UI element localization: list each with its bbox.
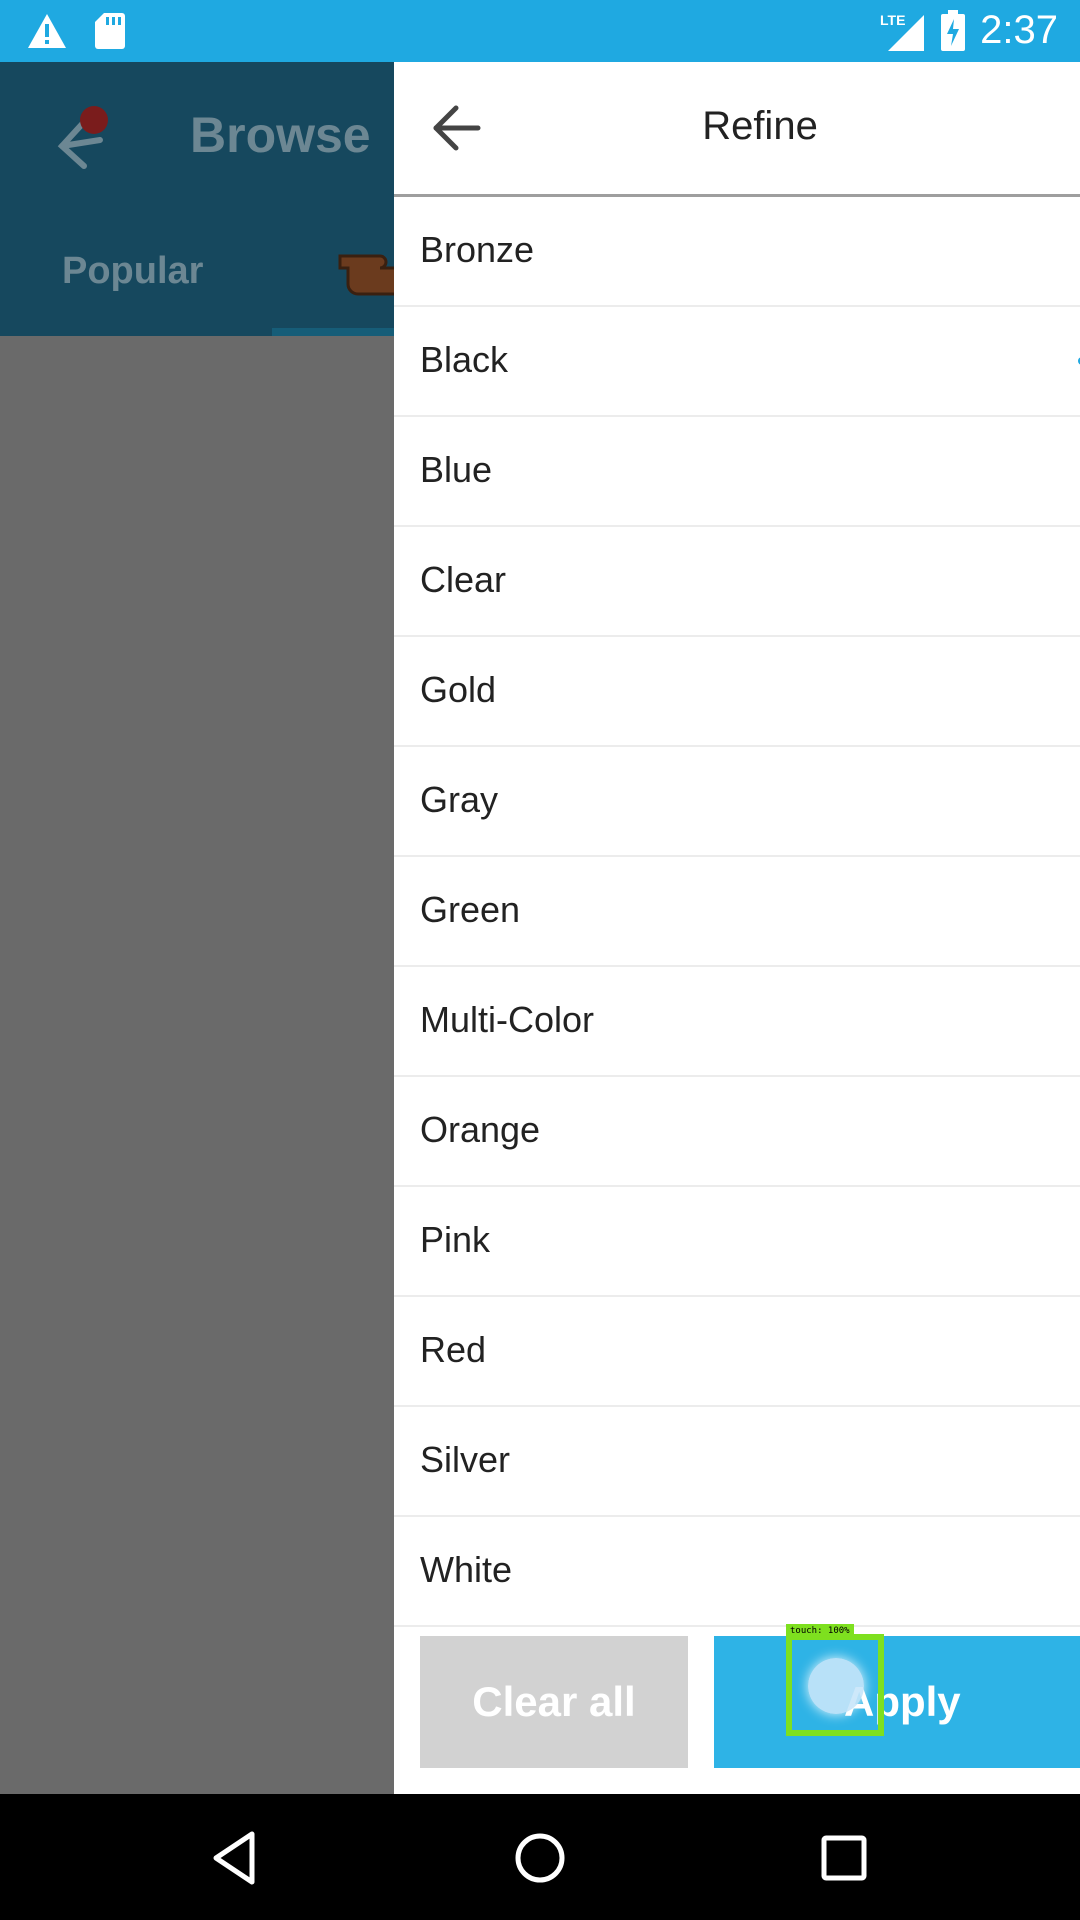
status-time: 2:37 <box>980 8 1058 52</box>
color-option-red[interactable]: Red <box>394 1297 1080 1407</box>
status-bar: LTE 2:37 <box>0 0 1080 62</box>
warning-icon <box>28 14 66 48</box>
apply-button[interactable]: Apply <box>714 1636 1080 1768</box>
color-option-silver[interactable]: Silver <box>394 1407 1080 1517</box>
battery-charging-icon <box>941 9 966 51</box>
lte-signal-icon: LTE <box>880 12 925 51</box>
background-app-dimmed: Browse Popular <box>0 62 394 1794</box>
color-option-blue[interactable]: Blue <box>394 417 1080 527</box>
refine-drawer: Refine Bronze Black Blue Clear Gold Gray… <box>394 62 1080 1794</box>
tab-underline <box>272 328 394 336</box>
color-option-clear[interactable]: Clear <box>394 527 1080 637</box>
color-option-orange[interactable]: Orange <box>394 1077 1080 1187</box>
color-option-white[interactable]: White <box>394 1517 1080 1627</box>
color-filter-list: Bronze Black Blue Clear Gold Gray Green … <box>394 197 1080 1627</box>
drawer-header: Refine <box>394 62 1080 197</box>
nav-recents-icon[interactable] <box>814 1828 874 1888</box>
background-title: Browse <box>190 107 371 163</box>
color-option-gray[interactable]: Gray <box>394 747 1080 857</box>
clear-all-button[interactable]: Clear all <box>420 1636 688 1768</box>
color-option-bronze[interactable]: Bronze <box>394 197 1080 307</box>
drawer-title: Refine <box>702 104 818 148</box>
svg-text:LTE: LTE <box>880 12 905 28</box>
color-option-pink[interactable]: Pink <box>394 1187 1080 1297</box>
color-option-black[interactable]: Black <box>394 307 1080 417</box>
pointing-hand-icon <box>338 254 394 296</box>
color-option-green[interactable]: Green <box>394 857 1080 967</box>
background-tab-popular: Popular <box>62 250 204 292</box>
navigation-bar <box>0 1794 1080 1920</box>
color-option-multi-color[interactable]: Multi-Color <box>394 967 1080 1077</box>
back-arrow-icon <box>57 106 108 169</box>
nav-home-icon[interactable] <box>510 1828 570 1888</box>
color-option-gold[interactable]: Gold <box>394 637 1080 747</box>
nav-back-icon[interactable] <box>206 1828 266 1888</box>
sd-card-icon <box>95 13 125 49</box>
background-toolbar: Browse Popular <box>0 62 394 336</box>
touch-highlight-box <box>786 1634 884 1736</box>
touch-label: touch: 100% <box>786 1624 854 1638</box>
